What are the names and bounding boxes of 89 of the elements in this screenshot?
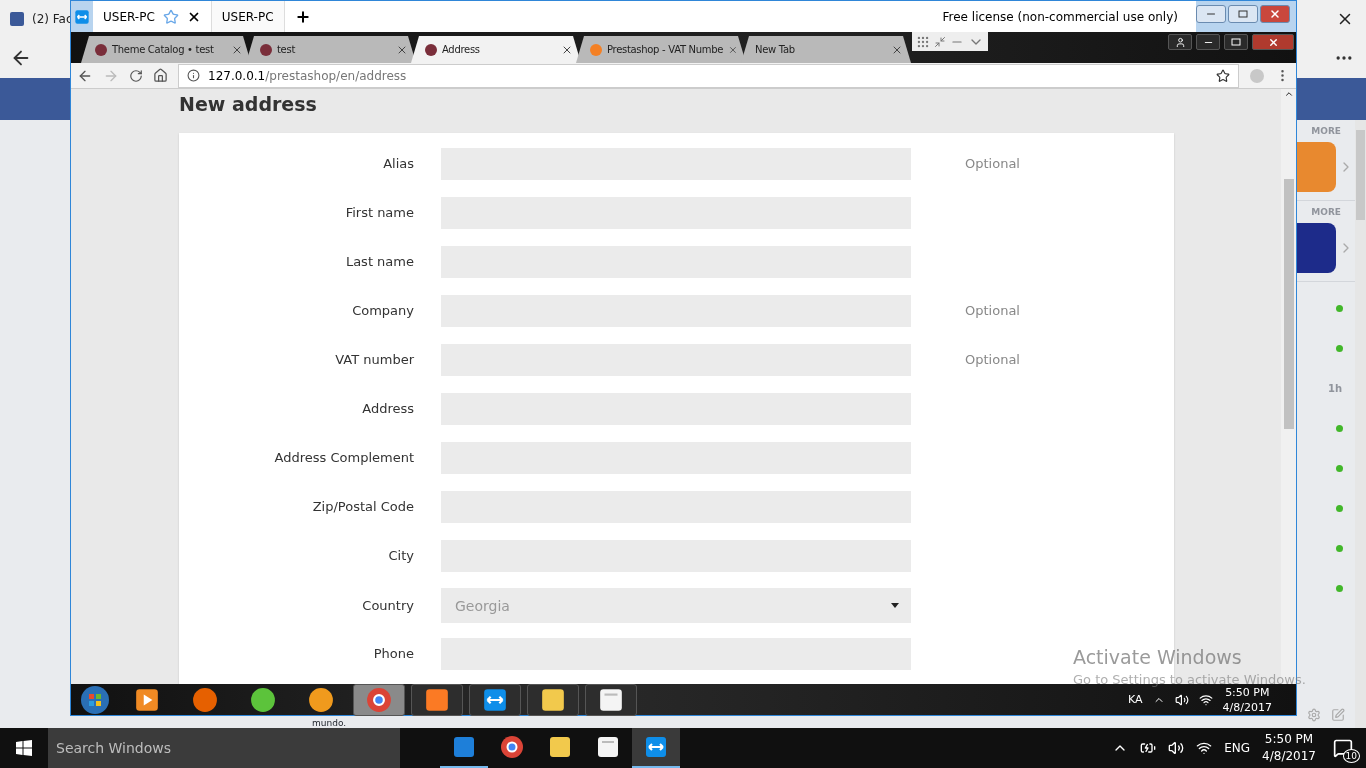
field-label: Phone [372,646,414,661]
site-icon [95,43,107,56]
game-thumbnail[interactable] [1296,223,1336,273]
game-thumbnail[interactable] [1296,142,1336,192]
online-dot [1336,424,1343,432]
teamviewer-icon [482,686,508,713]
wifi-icon[interactable] [1196,740,1213,756]
taskbar-app[interactable] [469,683,521,716]
optional-note: Optional [965,352,1021,367]
document-icon [598,686,624,713]
chrome-icon [500,735,524,759]
info-icon[interactable] [187,69,200,82]
clock[interactable]: 5:50 PM 4/8/2017 [1262,731,1316,765]
site-icon [260,43,272,56]
online-dot [1336,504,1343,512]
teamviewer-icon [644,735,668,759]
caret-icon [891,603,899,608]
network-icon[interactable] [1198,692,1213,707]
document-icon [596,735,620,759]
field-label: Country [361,598,414,613]
address-bar[interactable]: 127.0.0.1/prestashop/en/address [178,63,1239,88]
field-label: City [387,548,414,563]
close-button[interactable] [1252,34,1294,50]
search-field[interactable]: Search Windows [48,728,400,768]
field-label: VAT number [334,352,414,367]
site-icon [425,43,437,56]
windows-logo-icon [80,684,110,715]
field-label: Company [351,303,414,318]
field-label: Alias [382,156,414,171]
session-tab[interactable]: USER-PC [211,1,285,32]
browser-tab[interactable]: Prestashop - VAT Numbe [576,36,746,63]
online-dot [1336,544,1343,552]
teamviewer-icon [74,8,90,25]
online-dot [1336,464,1343,472]
page-heading: New address [179,93,318,115]
field-label: Address Complement [273,450,414,465]
close-button[interactable] [1260,5,1290,23]
maximize-icon [1238,10,1248,18]
chrome-icon [366,686,392,713]
star-icon[interactable] [162,8,179,25]
plus-icon [294,8,311,25]
grid-icon[interactable] [916,34,930,49]
reload-icon[interactable] [129,68,143,83]
online-dot [1336,304,1343,312]
scrollbar-thumb[interactable] [1283,179,1294,429]
field-label: First name [344,205,414,220]
browser-tab[interactable]: New Tab [741,36,911,63]
taskbar-app[interactable] [353,683,405,716]
activation-title: Activate Windows [1073,646,1243,668]
license-text: Free license (non-commercial use only) [942,9,1179,24]
browser-tab[interactable]: Theme Catalog • test [81,36,251,63]
windows-logo-icon [16,740,32,756]
browser-tab[interactable]: test [246,36,416,63]
taskbar-app[interactable] [632,728,680,768]
profile-button[interactable] [1168,34,1192,50]
optional-note: Optional [965,303,1021,318]
bookmark-star-icon[interactable] [1216,68,1230,83]
post-text: mundo. [312,718,348,728]
shrink-icon[interactable] [934,35,946,48]
volume-icon[interactable] [1174,692,1189,707]
field-label: Last name [344,254,414,269]
minimize-button[interactable] [1196,5,1226,23]
language-indicator[interactable]: KA [1128,693,1143,706]
taskbar-app[interactable] [585,683,637,716]
field-label: Zip/Postal Code [311,499,414,514]
restore-button[interactable] [1224,34,1248,50]
online-dot [1336,344,1343,352]
restore-icon [1231,38,1241,46]
clock[interactable]: 5:50 PM 4/8/2017 [1222,684,1272,715]
taskbar-app[interactable] [411,683,463,716]
media-player-icon [134,686,160,713]
volume-icon[interactable] [1168,740,1185,756]
scrollbar-thumb[interactable] [1356,130,1365,220]
optional-note: Optional [965,156,1021,171]
close-icon [1269,8,1281,20]
site-icon [590,43,602,56]
field-label: Address [361,401,414,416]
battery-icon[interactable] [1140,740,1157,756]
online-dot [1336,584,1343,592]
close-icon [1267,36,1279,48]
maximize-button[interactable] [1228,5,1258,23]
last-active-time: 1h [1327,382,1343,394]
notification-button[interactable]: 10 [1328,733,1358,763]
scroll-up-icon[interactable] [1283,89,1294,99]
browser-tab[interactable]: Address [411,36,581,63]
taskbar-app[interactable] [527,683,579,716]
person-icon [1174,36,1186,48]
home-icon[interactable] [153,68,168,83]
language-indicator[interactable]: ENG [1224,741,1251,755]
